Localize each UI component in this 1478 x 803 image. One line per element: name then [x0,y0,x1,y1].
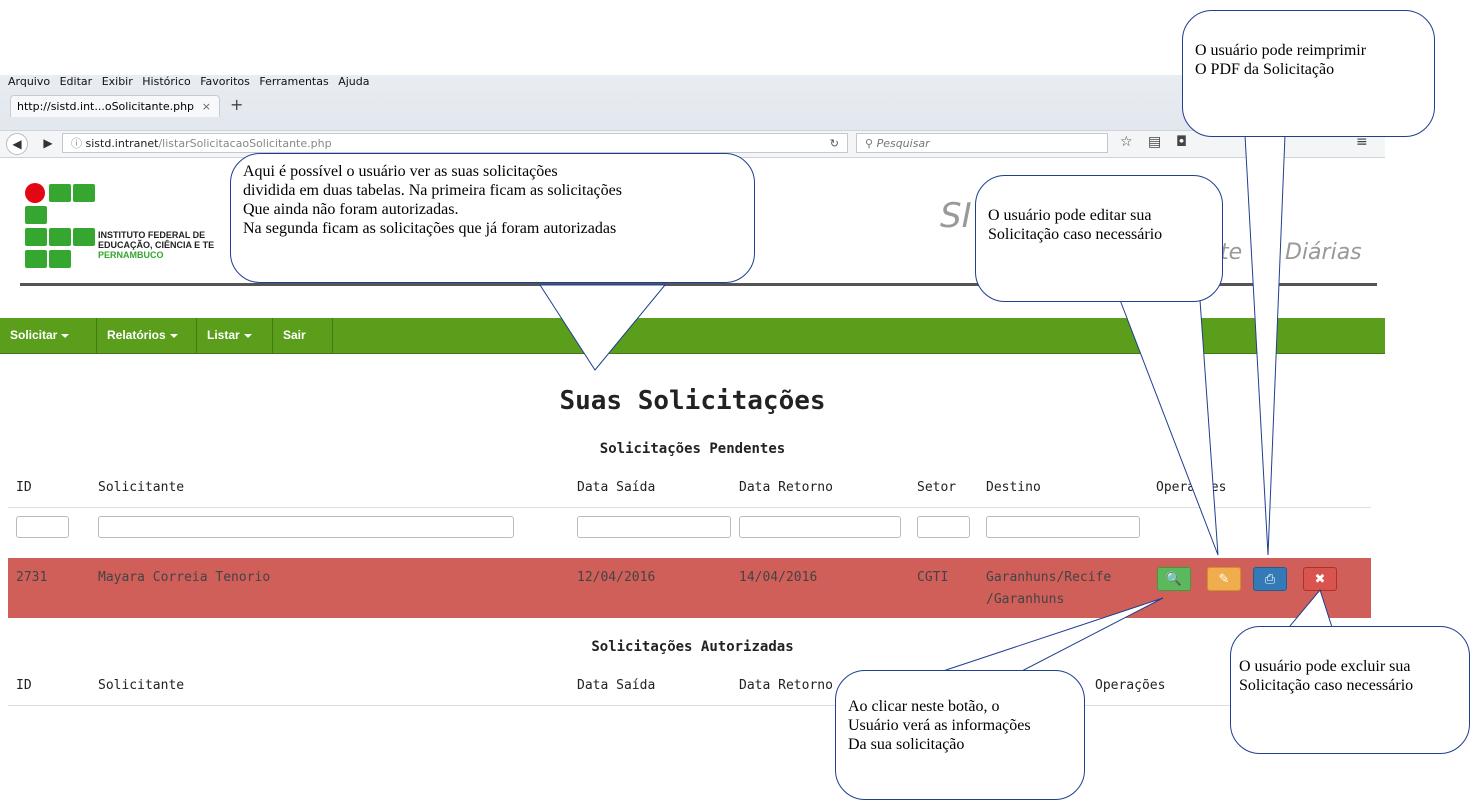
callout-edit-line-1: O usuário pode editar sua [988,207,1152,224]
callout-delete-line-2: Solicitação caso necessário [1239,677,1414,694]
callout-pdf: O usuário pode reimprimir O PDF da Solic… [1182,10,1435,137]
callout-pdf-line-2: O PDF da Solicitação [1195,61,1335,78]
callout-delete-line-1: O usuário pode excluir sua [1239,658,1411,675]
callout-delete: O usuário pode excluir sua Solicitação c… [1230,626,1470,754]
callout-edit-line-2: Solicitação caso necessário [988,226,1163,243]
callout-tables: Aqui é possível o usuário ver as suas so… [230,153,755,283]
callout-edit: O usuário pode editar sua Solicitação ca… [975,175,1223,302]
callout-view-line-3: Da sua solicitação [848,736,965,753]
callout-tables-line-4: Na segunda ficam as solicitações que já … [243,220,617,237]
callout-pdf-line-1: O usuário pode reimprimir [1195,42,1367,59]
callout-view-line-2: Usuário verá as informações [848,717,1031,734]
callout-tables-line-3: Que ainda não foram autorizadas. [243,201,459,218]
callout-tables-line-1: Aqui é possível o usuário ver as suas so… [243,163,558,180]
callout-tables-line-2: dividida em duas tabelas. Na primeira fi… [243,182,622,199]
callout-view-line-1: Ao clicar neste botão, o [848,698,1000,715]
callout-view: Ao clicar neste botão, o Usuário verá as… [835,670,1085,800]
